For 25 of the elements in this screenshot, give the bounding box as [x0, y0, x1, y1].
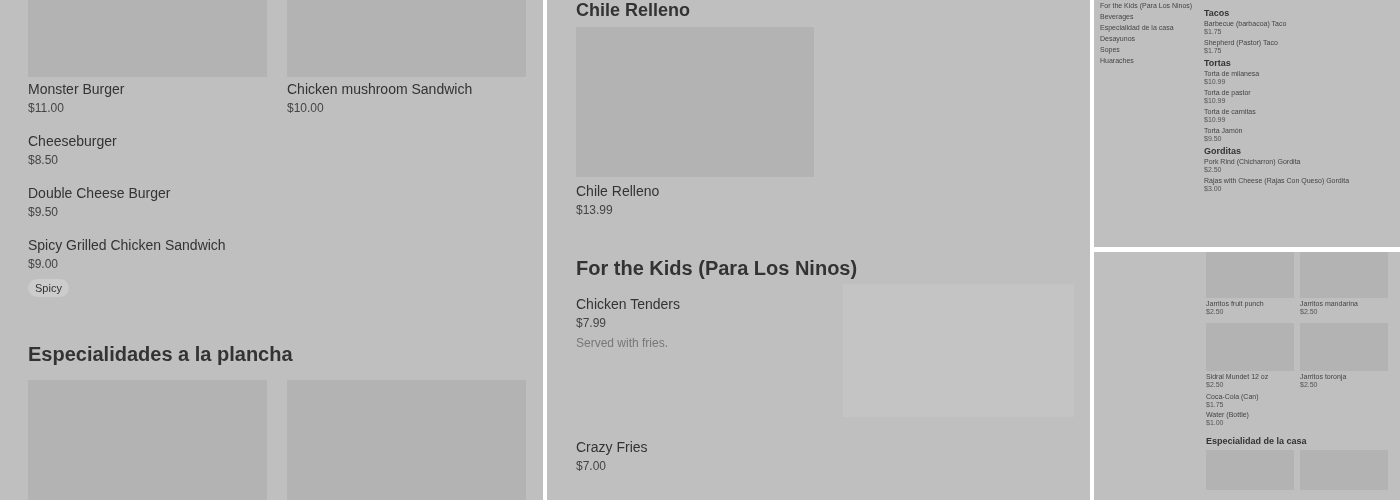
item-price: $11.00 [28, 101, 65, 115]
item-description: Served with fries. [576, 336, 670, 350]
item-price: $7.00 [576, 459, 608, 473]
item-price: $9.50 [28, 205, 60, 219]
item-name[interactable]: Double Cheese Burger [28, 185, 527, 201]
item-name[interactable]: Chicken mushroom Sandwich [287, 81, 526, 97]
tag-label: Spicy [28, 279, 69, 297]
item-name[interactable]: Chile Relleno [576, 183, 1074, 199]
section-heading: Chile Relleno [576, 0, 692, 21]
section-heading: Especialidades a la plancha [28, 343, 294, 366]
item-price: $13.99 [576, 203, 614, 217]
section-heading: Tortas [1204, 58, 1232, 68]
section-heading: Gorditas [1204, 146, 1242, 156]
item-name[interactable]: Crazy Fries [576, 439, 648, 455]
section-heading: Tacos [1204, 8, 1231, 18]
item-name[interactable]: Cheeseburger [28, 133, 527, 149]
item-price: $10.00 [287, 101, 325, 115]
item-name[interactable]: Spicy Grilled Chicken Sandwich [28, 237, 527, 253]
item-name[interactable]: Chicken Tenders [576, 296, 681, 312]
section-heading: For the Kids (Para Los Ninos) [576, 257, 859, 280]
item-price: $8.50 [28, 153, 60, 167]
section-heading: Especialidad de la casa [1206, 436, 1308, 446]
item-price: $7.99 [576, 316, 608, 330]
item-name[interactable]: Monster Burger [28, 81, 267, 97]
item-price: $9.00 [28, 257, 60, 271]
